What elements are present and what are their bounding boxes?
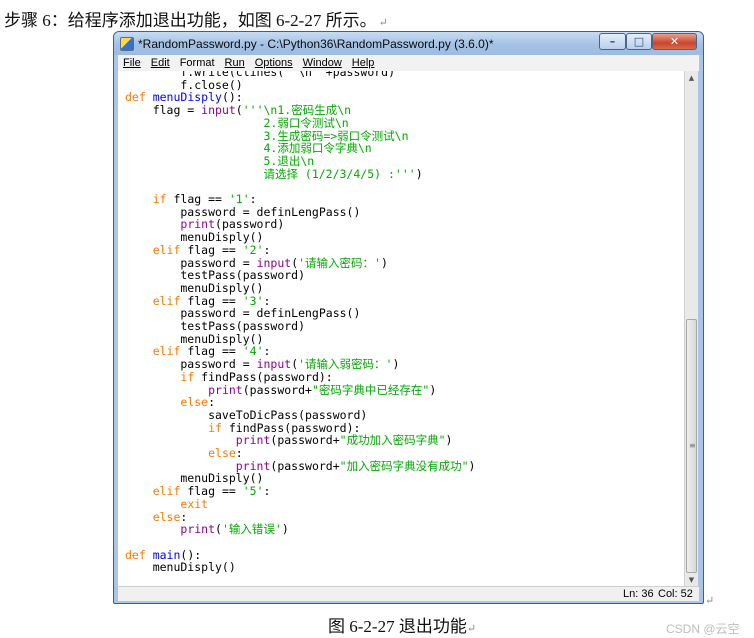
title-bar[interactable]: *RandomPassword.py - C:\Python36\RandomP… xyxy=(114,32,703,55)
figure-caption-text: 图 6-2-27 退出功能 xyxy=(328,617,467,636)
code-token: ) xyxy=(468,458,476,473)
code-token: ) xyxy=(415,166,423,181)
code-token: ( xyxy=(215,522,222,537)
menu-window-label: Window xyxy=(302,57,342,69)
code-token: (password+ xyxy=(242,382,312,397)
code-token: ) xyxy=(380,255,388,270)
code-token: "成功加入密码字典" xyxy=(339,433,446,448)
code-token: (password+ xyxy=(270,458,340,473)
menu-options[interactable]: Options xyxy=(250,57,298,69)
step-heading-text: 步骤 6：给程序添加退出功能，如图 6-2-27 所示。 xyxy=(4,11,377,30)
watermark: CSDN @云空 xyxy=(666,622,740,636)
code-token: '5' xyxy=(242,484,264,499)
minimize-icon: – xyxy=(609,35,616,48)
menu-file-label: File xyxy=(123,57,141,69)
code-token: '请输入密码：' xyxy=(298,255,381,270)
menu-bar: File Edit Format Run Options Window Help xyxy=(118,55,699,71)
return-mark-icon: ↵ xyxy=(378,17,388,29)
code-token: '输入错误' xyxy=(221,522,282,537)
code-token: "加入密码字典没有成功" xyxy=(339,458,469,473)
menu-window[interactable]: Window xyxy=(298,57,347,69)
code-token: : xyxy=(263,484,271,499)
code-line: 请选择 (1/2/3/4/5) :''') xyxy=(125,166,423,181)
scroll-up-arrow-icon[interactable]: ▲ xyxy=(685,71,698,84)
code-token: print xyxy=(180,522,216,537)
python-app-icon xyxy=(120,37,134,51)
return-mark-icon: ↵ xyxy=(466,623,477,635)
status-column: Col: 52 xyxy=(658,588,693,600)
code-token: menuDisply() xyxy=(125,560,236,575)
code-editor[interactable]: f.write(clines(' \n' +password) f.close(… xyxy=(118,71,684,586)
code-line: print('输入错误') xyxy=(125,522,289,537)
close-button[interactable]: ✕ xyxy=(652,33,697,50)
menu-edit[interactable]: Edit xyxy=(146,57,175,69)
code-token: ) xyxy=(392,357,400,372)
code-token: ) xyxy=(429,382,437,397)
code-line: menuDisply() xyxy=(125,561,236,574)
code-token: "密码字典中已经存在" xyxy=(311,382,430,397)
step-heading: 步骤 6：给程序添加退出功能，如图 6-2-27 所示。 ↵ xyxy=(4,6,388,31)
grip-icon: ≡ xyxy=(689,441,696,450)
figure-caption: 图 6-2-27 退出功能↵ xyxy=(328,612,476,637)
code-token: ) xyxy=(281,522,289,537)
status-line: Ln: 36 xyxy=(623,588,654,600)
code-token: 请选择 (1/2/3/4/5) :''' xyxy=(125,166,416,181)
menu-run[interactable]: Run xyxy=(220,57,250,69)
status-bar: Ln: 36 Col: 52 xyxy=(118,586,699,601)
code-token: (password+ xyxy=(270,433,340,448)
menu-help[interactable]: Help xyxy=(347,57,380,69)
close-icon: ✕ xyxy=(669,35,680,48)
menu-format[interactable]: Format xyxy=(175,57,220,69)
idle-editor-window: *RandomPassword.py - C:\Python36\RandomP… xyxy=(113,31,704,604)
menu-file[interactable]: File xyxy=(118,57,146,69)
code-token: ) xyxy=(445,433,453,448)
minimize-button[interactable]: – xyxy=(599,33,626,50)
maximize-icon: □ xyxy=(633,35,645,48)
menu-help-label: Help xyxy=(351,57,375,69)
window-title: *RandomPassword.py - C:\Python36\RandomP… xyxy=(138,37,494,51)
scroll-thumb[interactable]: ≡ xyxy=(686,319,697,573)
menu-edit-label: Edit xyxy=(150,57,170,69)
menu-options-label: Options xyxy=(254,57,293,69)
menu-format-label: Format xyxy=(179,57,215,69)
menu-run-label: Run xyxy=(224,57,245,69)
scroll-down-arrow-icon[interactable]: ▼ xyxy=(685,573,698,586)
vertical-scrollbar[interactable]: ▲ ≡ ▼ xyxy=(684,71,698,586)
maximize-button[interactable]: □ xyxy=(626,33,652,50)
return-mark-icon: ↵ xyxy=(705,595,715,607)
